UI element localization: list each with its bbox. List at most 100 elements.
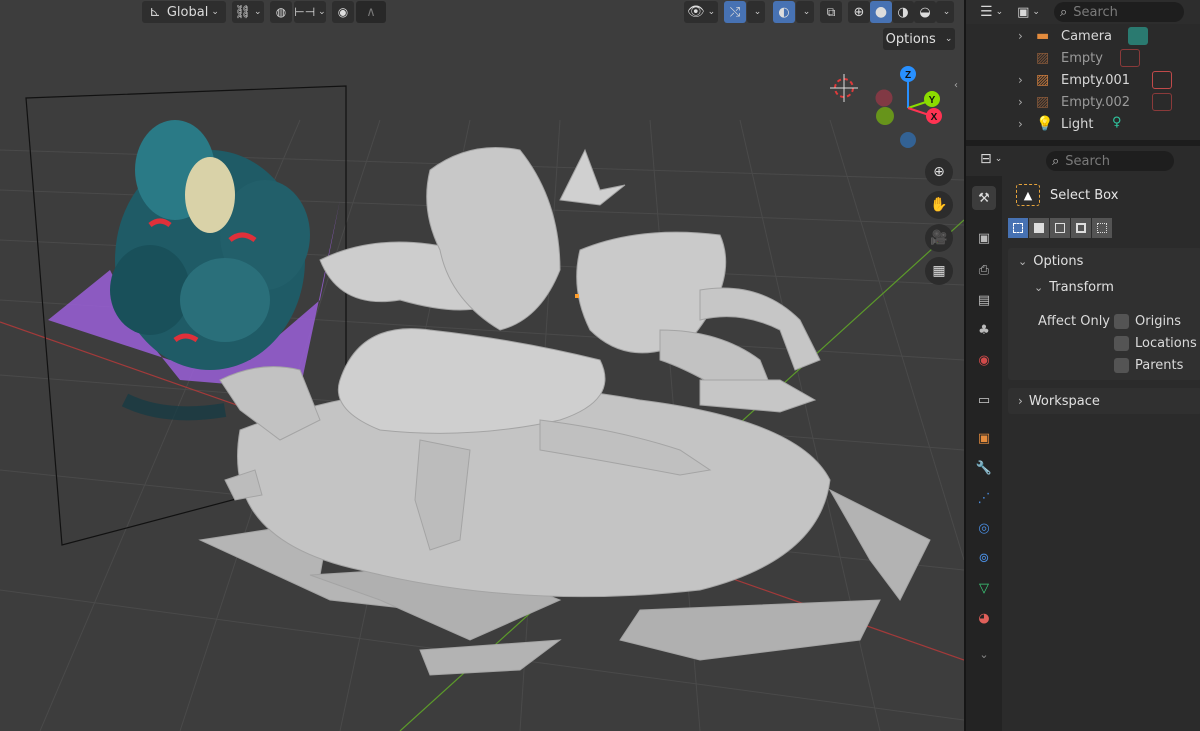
shading-solid-button[interactable]: ● bbox=[870, 1, 892, 23]
neg-x-handle[interactable] bbox=[875, 89, 893, 107]
expand-arrow-icon[interactable]: › bbox=[1018, 95, 1023, 109]
tab-tool[interactable]: ⚒ bbox=[972, 186, 996, 210]
mode-set-button[interactable] bbox=[1008, 218, 1028, 238]
tab-view-layer[interactable]: ▤ bbox=[972, 288, 996, 312]
pivot-point-dropdown[interactable]: ⛓ ⌄ bbox=[232, 1, 264, 23]
outliner-header: ☰ ⌄ ▣ ⌄ ⌕ Search bbox=[966, 0, 1200, 24]
properties-header: ⊟ ⌄ ⌕ Search bbox=[966, 146, 1200, 176]
expand-arrow-icon[interactable]: › bbox=[1018, 117, 1023, 131]
camera-data-icon[interactable] bbox=[1128, 27, 1148, 45]
outliner-search-field[interactable]: ⌕ Search bbox=[1053, 2, 1184, 22]
outliner-item-empty-002[interactable]: › ▨ Empty.002 bbox=[966, 91, 1200, 113]
outliner-item-empty-001[interactable]: › ▨ Empty.001 bbox=[966, 69, 1200, 91]
image-data-icon[interactable] bbox=[1152, 71, 1172, 89]
tab-constraints[interactable]: ⊚ bbox=[972, 546, 996, 570]
workspace-panel-title: Workspace bbox=[1028, 393, 1100, 409]
navigation-gizmo[interactable]: Z Y X bbox=[826, 60, 956, 160]
options-panel-header[interactable]: ⌄ Options bbox=[1008, 248, 1200, 274]
outliner-search-placeholder: Search bbox=[1073, 4, 1118, 20]
outliner-display-mode-dropdown[interactable]: ☰ ⌄ bbox=[980, 4, 1003, 20]
gizmo-dropdown[interactable]: ⌄ bbox=[747, 1, 765, 23]
neg-y-handle[interactable] bbox=[876, 107, 894, 125]
gizmo-icon: ⤭ bbox=[729, 4, 741, 20]
shading-rendered-button[interactable]: ◒ bbox=[914, 1, 936, 23]
tab-output[interactable]: ⎙ bbox=[972, 258, 996, 282]
properties-editor[interactable]: ⊟ ⌄ ⌕ Search ⚒ ▣ ⎙ ▤ ♣ ◉ ▭ ▣ 🔧 ⋰ ◎ ⊚ ▽ ◕ … bbox=[966, 146, 1200, 731]
viewport-options-button[interactable]: Options ⌄ bbox=[883, 28, 955, 50]
tab-physics[interactable]: ◎ bbox=[972, 516, 996, 540]
tab-object[interactable]: ▣ bbox=[972, 426, 996, 450]
proportional-edit-toggle[interactable]: ◉ bbox=[332, 1, 354, 23]
mode-new-icon bbox=[1013, 223, 1023, 233]
outliner-item-empty[interactable]: ▨ Empty bbox=[966, 47, 1200, 69]
transform-orientation-dropdown[interactable]: ⊾ Global ⌄ bbox=[142, 1, 226, 23]
transform-subpanel-header[interactable]: ⌄ Transform bbox=[1008, 274, 1200, 300]
outliner-filter-dropdown[interactable]: ▣ ⌄ bbox=[1017, 5, 1040, 20]
xray-toggle[interactable]: ⧉ bbox=[820, 1, 842, 23]
tab-modifiers[interactable]: 🔧 bbox=[972, 456, 996, 480]
workspace-panel[interactable]: › Workspace bbox=[1008, 388, 1200, 414]
camera-view-button[interactable]: 🎥 bbox=[925, 224, 953, 252]
shading-wireframe-button[interactable]: ⊕ bbox=[848, 1, 870, 23]
physics-icon: ◎ bbox=[978, 520, 990, 536]
editor-type-dropdown[interactable]: ⊟ ⌄ bbox=[980, 151, 1002, 167]
image-data-icon[interactable] bbox=[1120, 49, 1140, 67]
chevron-down-icon: ⌄ bbox=[211, 7, 219, 17]
tab-material[interactable]: ◕ bbox=[972, 606, 996, 630]
transform-orientation-label: Global bbox=[166, 4, 209, 20]
falloff-curve-icon: ∧ bbox=[366, 4, 376, 20]
snap-toggle[interactable]: ◍ bbox=[270, 1, 292, 23]
tab-scene[interactable]: ♣ bbox=[972, 318, 996, 342]
checkbox-box[interactable] bbox=[1114, 358, 1129, 373]
pan-button[interactable]: ✋ bbox=[925, 191, 953, 219]
light-data-icon[interactable]: ♀ bbox=[1112, 115, 1132, 133]
origins-checkbox[interactable]: Origins bbox=[1114, 314, 1181, 329]
overlays-icon: ◐ bbox=[778, 4, 790, 20]
outliner-item-camera[interactable]: › ▬ Camera bbox=[966, 25, 1200, 47]
overlays-dropdown[interactable]: ⌄ bbox=[796, 1, 814, 23]
shading-dropdown[interactable]: ⌄ bbox=[936, 1, 954, 23]
light-bulb-icon: 💡 bbox=[1036, 116, 1054, 132]
tab-particles[interactable]: ⋰ bbox=[972, 486, 996, 510]
sculpture-mesh[interactable] bbox=[198, 147, 931, 676]
tab-render[interactable]: ▣ bbox=[972, 226, 996, 250]
expand-arrow-icon[interactable]: › bbox=[1018, 29, 1023, 43]
chevron-down-icon: ⌄ bbox=[1018, 254, 1028, 268]
mode-subtract-button[interactable] bbox=[1050, 218, 1070, 238]
tab-collection[interactable]: ▭ bbox=[972, 388, 996, 412]
outliner-item-light[interactable]: › 💡 Light ♀ bbox=[966, 113, 1200, 135]
outliner-item-label: Empty bbox=[1061, 50, 1103, 66]
gizmo-toggle[interactable]: ⤭ bbox=[724, 1, 746, 23]
tab-data[interactable]: ▽ bbox=[972, 576, 996, 600]
rendered-sphere-icon: ◒ bbox=[919, 4, 931, 20]
parents-checkbox[interactable]: Parents bbox=[1114, 358, 1183, 373]
expand-arrow-icon[interactable]: › bbox=[1018, 73, 1023, 87]
tab-scroll-down[interactable]: ⌄ bbox=[972, 642, 996, 666]
outliner[interactable]: ☰ ⌄ ▣ ⌄ ⌕ Search › ▬ Camera ▨ Empty › ▨ Em… bbox=[966, 0, 1200, 140]
locations-checkbox[interactable]: Locations bbox=[1114, 336, 1197, 351]
image-empty-icon: ▨ bbox=[1036, 72, 1050, 88]
workspace-panel-header[interactable]: › Workspace bbox=[1008, 388, 1200, 414]
zoom-button[interactable]: ⊕ bbox=[925, 158, 953, 186]
falloff-dropdown[interactable]: ∧ bbox=[356, 1, 386, 23]
checkbox-box[interactable] bbox=[1114, 314, 1129, 329]
mode-invert-button[interactable] bbox=[1071, 218, 1091, 238]
mode-intersect-button[interactable] bbox=[1092, 218, 1112, 238]
image-data-icon[interactable] bbox=[1152, 93, 1172, 111]
snap-target-dropdown[interactable]: ⊢⊣ ⌄ bbox=[294, 1, 326, 23]
mode-extend-button[interactable] bbox=[1029, 218, 1049, 238]
properties-search-field[interactable]: ⌕ Search bbox=[1046, 151, 1174, 171]
tab-world[interactable]: ◉ bbox=[972, 348, 996, 372]
zoom-icon: ⊕ bbox=[933, 164, 945, 180]
perspective-toggle-button[interactable]: ▦ bbox=[925, 257, 953, 285]
checkbox-box[interactable] bbox=[1114, 336, 1129, 351]
material-sphere-icon: ◑ bbox=[897, 4, 909, 20]
select-box-tool-icon[interactable]: ▲ bbox=[1016, 184, 1040, 206]
visibility-dropdown[interactable]: 👁 ⌄ bbox=[684, 1, 718, 23]
sidebar-toggle-arrow-icon[interactable]: ‹ bbox=[954, 80, 964, 94]
shading-material-button[interactable]: ◑ bbox=[892, 1, 914, 23]
neg-z-handle[interactable] bbox=[900, 132, 916, 148]
image-empty-icon: ▨ bbox=[1036, 50, 1050, 66]
3d-viewport[interactable]: ⊾ Global ⌄ ⛓ ⌄ ◍ ⊢⊣ ⌄ ◉ ∧ 👁 ⌄ ⤭ ⌄ ◐ ⌄ ⧉ … bbox=[0, 0, 964, 731]
overlays-toggle[interactable]: ◐ bbox=[773, 1, 795, 23]
